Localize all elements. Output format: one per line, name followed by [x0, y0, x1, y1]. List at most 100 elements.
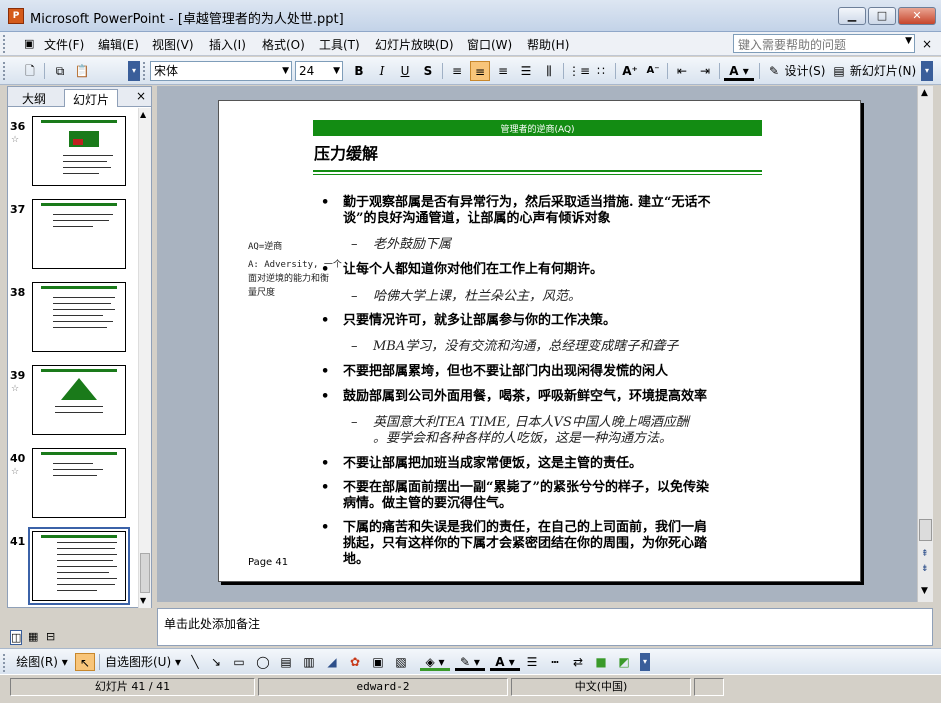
- scroll-thumb[interactable]: [919, 519, 932, 541]
- menu-format[interactable]: 格式(O): [262, 36, 305, 53]
- bullet-item[interactable]: • 下属的痛苦和失误是我们的责任，在自己的上司面前，我们一肩 挑起，只有这样你的下属…: [321, 520, 707, 568]
- toolbar-grip[interactable]: [3, 654, 6, 672]
- text-color-icon[interactable]: A ▾: [490, 653, 520, 671]
- picture-icon[interactable]: ▧: [392, 653, 410, 671]
- slide-thumbnail-39[interactable]: [32, 365, 126, 435]
- bullets-icon[interactable]: ∷: [591, 61, 611, 81]
- menu-window[interactable]: 窗口(W): [467, 36, 512, 53]
- decrease-font-icon[interactable]: A⁻: [643, 61, 663, 81]
- italic-icon[interactable]: I: [372, 61, 392, 81]
- powerpoint-app-icon[interactable]: P: [8, 8, 24, 24]
- line-color-icon[interactable]: ✎ ▾: [455, 653, 485, 671]
- new-slide-icon[interactable]: ▤: [829, 61, 849, 81]
- increase-font-icon[interactable]: A⁺: [620, 61, 640, 81]
- arrow-icon[interactable]: ↘: [207, 653, 225, 671]
- bullet-item[interactable]: • 不要让部属把加班当成家常便饭，这是主管的责任。: [321, 456, 642, 472]
- menu-tools[interactable]: 工具(T): [319, 36, 360, 53]
- slide-title[interactable]: 压力缓解: [314, 140, 378, 164]
- bullet-item[interactable]: • 不要把部属累垮，但也不要让部门内出现闲得发慌的闲人: [321, 364, 668, 380]
- close-document-icon[interactable]: ×: [922, 37, 932, 51]
- shadow-icon[interactable]: S: [418, 61, 438, 81]
- scroll-thumb[interactable]: [140, 553, 150, 593]
- bullet-item[interactable]: • 鼓励部属到公司外面用餐，喝茶，呼吸新鲜空气，环境提高效率: [321, 389, 707, 405]
- toolbar-options-icon[interactable]: ▾: [128, 61, 140, 81]
- slide-sorter-view-icon[interactable]: ▦: [28, 630, 38, 643]
- design-icon[interactable]: ✎: [764, 61, 784, 81]
- maximize-button[interactable]: □: [868, 7, 896, 25]
- line-style-icon[interactable]: ☰: [523, 653, 541, 671]
- slide-canvas[interactable]: 管理者的逆商(AQ) 压力缓解 AQ=逆商 A: Adversity, 一个 面…: [218, 100, 861, 582]
- decrease-indent-icon[interactable]: ⇤: [672, 61, 692, 81]
- arrow-style-icon[interactable]: ⇄: [569, 653, 587, 671]
- bullet-item[interactable]: • 只要情况许可，就多让部属参与你的工作决策。: [321, 313, 616, 329]
- toolbar-grip[interactable]: [3, 62, 6, 80]
- diagram-icon[interactable]: ✿: [346, 653, 364, 671]
- menu-help[interactable]: 帮助(H): [527, 36, 569, 53]
- clipart-icon[interactable]: ▣: [369, 653, 387, 671]
- minimize-button[interactable]: ▁: [838, 7, 866, 25]
- bullet-item[interactable]: • 让每个人都知道你对他们在工作上有何期许。: [321, 262, 603, 278]
- help-search-input[interactable]: 键入需要帮助的问题 ▼: [733, 34, 915, 53]
- menu-grip[interactable]: [3, 35, 6, 53]
- justify-icon[interactable]: ☰: [516, 61, 536, 81]
- bullet-item[interactable]: • 不要在部属面前摆出一副“累毙了”的紧张兮兮的样子，以免传染 病情。做主管的要沉得…: [321, 480, 709, 512]
- tab-outline[interactable]: 大纲: [14, 89, 54, 107]
- textbox-icon[interactable]: ▤: [277, 653, 295, 671]
- font-color-icon[interactable]: A ▾: [724, 61, 754, 81]
- slide-thumbnail-36[interactable]: [32, 116, 126, 186]
- new-document-icon[interactable]: 🗋: [20, 61, 40, 81]
- font-size-select[interactable]: 24 ▼: [295, 61, 343, 81]
- close-button[interactable]: ✕: [898, 7, 936, 25]
- normal-view-icon[interactable]: ◫: [10, 630, 23, 645]
- thumbnail-scrollbar[interactable]: ▲ ▼: [138, 108, 151, 608]
- bullet-item[interactable]: • 勤于观察部属是否有异常行为，然后采取适当措施. 建立“无话不 谈”的良好沟通管道…: [321, 195, 711, 227]
- align-right-icon[interactable]: ≡: [493, 61, 513, 81]
- slide-thumbnail-40[interactable]: [32, 448, 126, 518]
- sub-bullet-item[interactable]: – 老外鼓励下属: [351, 237, 451, 253]
- menu-file[interactable]: 文件(F): [44, 36, 84, 53]
- line-icon[interactable]: ╲: [186, 653, 204, 671]
- copy-icon[interactable]: ⧉: [50, 61, 70, 81]
- menu-slideshow[interactable]: 幻灯片放映(D): [375, 36, 454, 53]
- paste-icon[interactable]: 📋: [72, 61, 92, 81]
- chevron-down-icon[interactable]: ▼: [282, 63, 289, 79]
- scroll-up-icon[interactable]: ▲: [921, 88, 928, 98]
- dash-style-icon[interactable]: ┅: [546, 653, 564, 671]
- scroll-down-icon[interactable]: ▼: [921, 586, 928, 596]
- autoshapes-button[interactable]: 自选图形(U) ▾: [104, 653, 182, 671]
- wordart-icon[interactable]: ◢: [323, 653, 341, 671]
- 3d-style-icon[interactable]: ◩: [615, 653, 633, 671]
- new-slide-button[interactable]: 新幻灯片(N): [849, 61, 917, 81]
- toolbar-options-icon[interactable]: ▾: [640, 653, 650, 671]
- toolbar-options-icon[interactable]: ▾: [921, 61, 933, 81]
- editor-scrollbar[interactable]: ▲ ⇞ ⇟ ▼: [917, 86, 933, 602]
- increase-indent-icon[interactable]: ⇥: [695, 61, 715, 81]
- toolbar-grip[interactable]: [143, 62, 146, 80]
- vertical-textbox-icon[interactable]: ▥: [300, 653, 318, 671]
- slideshow-view-icon[interactable]: ⊟: [46, 630, 55, 643]
- font-select[interactable]: 宋体 ▼: [150, 61, 292, 81]
- menu-edit[interactable]: 编辑(E): [98, 36, 139, 53]
- distribute-icon[interactable]: ⫼: [539, 61, 559, 81]
- chevron-down-icon[interactable]: ▼: [333, 63, 340, 79]
- shadow-style-icon[interactable]: ■: [592, 653, 610, 671]
- sub-bullet-item[interactable]: – 哈佛大学上课，杜兰朵公主，风范。: [351, 289, 581, 305]
- menu-insert[interactable]: 插入(I): [209, 36, 246, 53]
- select-pointer-icon[interactable]: ↖: [75, 653, 95, 671]
- bold-icon[interactable]: B: [349, 61, 369, 81]
- menu-view[interactable]: 视图(V): [152, 36, 194, 53]
- notes-pane[interactable]: 单击此处添加备注: [157, 608, 933, 646]
- tab-slides[interactable]: 幻灯片: [64, 89, 119, 107]
- doc-icon[interactable]: ▣: [24, 37, 34, 50]
- underline-icon[interactable]: U: [395, 61, 415, 81]
- scroll-down-icon[interactable]: ▼: [140, 596, 146, 605]
- design-button[interactable]: 设计(S): [784, 61, 826, 81]
- align-left-icon[interactable]: ≡: [447, 61, 467, 81]
- slide-thumbnail-41[interactable]: [28, 527, 130, 605]
- close-panel-icon[interactable]: ×: [136, 89, 146, 103]
- fill-color-icon[interactable]: ◈ ▾: [420, 653, 450, 671]
- slide-thumbnail-38[interactable]: [32, 282, 126, 352]
- next-slide-icon[interactable]: ⇟: [921, 564, 929, 574]
- previous-slide-icon[interactable]: ⇞: [921, 549, 929, 559]
- numbering-icon[interactable]: ⋮≡: [568, 61, 590, 81]
